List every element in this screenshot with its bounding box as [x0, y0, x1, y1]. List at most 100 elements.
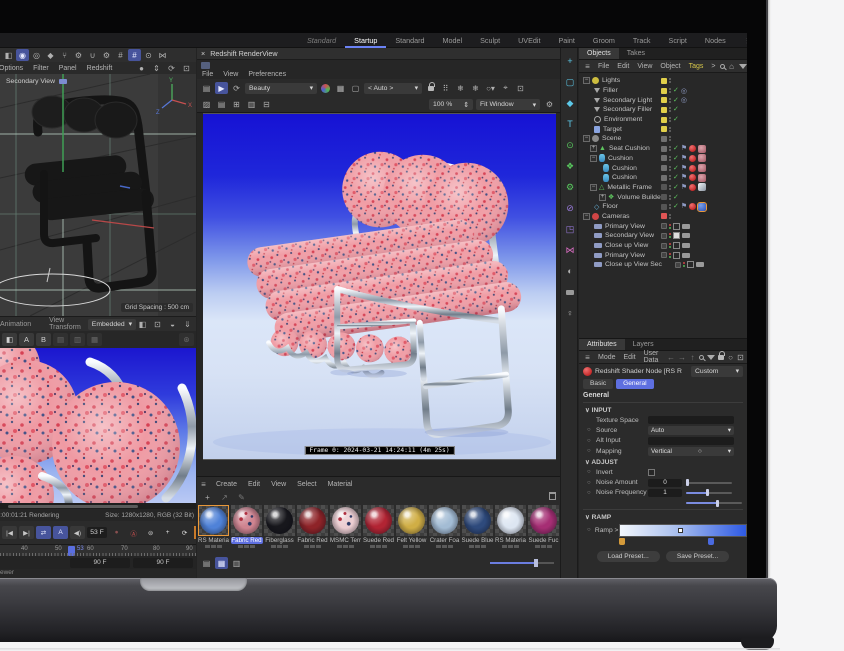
workspace-tab-active[interactable]: Startup [345, 33, 386, 48]
material-item[interactable]: Felt Yellow [395, 504, 428, 554]
sphere-icon[interactable]: ◒ [166, 318, 179, 330]
camera-tool-icon[interactable] [563, 285, 577, 299]
tab-attributes[interactable]: Attributes [579, 339, 625, 350]
layer-color[interactable] [661, 194, 667, 200]
rgb-channels-icon[interactable] [319, 82, 332, 94]
cube-primitive-icon[interactable]: ◆ [563, 96, 577, 110]
tab-takes[interactable]: Takes [619, 48, 653, 59]
enable-dots[interactable] [669, 107, 671, 112]
search-icon[interactable] [720, 64, 725, 69]
layer-color[interactable] [661, 97, 667, 103]
object-row[interactable]: − Scene [579, 134, 747, 144]
adjust-section-header[interactable]: ∨ ADJUST [579, 456, 747, 467]
add-snapshot-icon[interactable]: ⊞ [230, 99, 243, 111]
extra-slider[interactable] [686, 502, 742, 504]
hamburger-icon[interactable]: ≡ [197, 479, 210, 491]
redshift-material-tag[interactable] [689, 145, 696, 152]
alt-input-field[interactable] [648, 437, 734, 445]
viewport-link-icon[interactable] [687, 261, 694, 268]
object-row[interactable]: ◇Floor ✓⚑ [579, 202, 747, 212]
texture-tag[interactable] [698, 154, 706, 162]
loop-playback-button[interactable]: ⇄ [36, 526, 51, 539]
object-row[interactable]: Target [579, 124, 747, 134]
tab-basic[interactable]: Basic [583, 379, 613, 389]
object-row[interactable]: Cushion ✓⚑ [579, 163, 747, 173]
enable-dots[interactable] [669, 98, 671, 103]
region-circle-icon[interactable]: ○▾ [484, 82, 497, 94]
workspace-tab[interactable]: Groom [584, 33, 624, 48]
checker-background-icon[interactable]: ▨ [200, 99, 213, 111]
workspace-tab[interactable]: Track [624, 33, 660, 48]
mapping-dropdown[interactable]: Vertical○▾ [648, 447, 734, 456]
timeline-ruler[interactable]: 40 50 60 70 80 90 53 [0, 544, 196, 556]
camera-tag-icon[interactable] [682, 253, 690, 258]
noise-amount-slider[interactable] [686, 482, 732, 484]
material-sphere[interactable] [497, 507, 524, 534]
ramp-knot[interactable] [678, 528, 683, 533]
menu-file[interactable]: File [197, 71, 218, 78]
material-item[interactable]: RS Materia [197, 504, 230, 554]
material-item[interactable]: Fiberglass [263, 504, 296, 554]
camera-tag-icon[interactable] [682, 243, 690, 248]
renderview-tab-icon[interactable] [201, 62, 210, 69]
ramp-knot-right[interactable] [708, 538, 714, 545]
field-icon[interactable]: ◳ [563, 222, 577, 236]
gear-icon[interactable]: ⚙ [543, 99, 556, 111]
layer-color[interactable] [661, 117, 667, 123]
enable-dots[interactable] [669, 195, 671, 200]
menu-tags[interactable]: Tags [685, 63, 708, 70]
object-row[interactable]: +▲ Seat Cushion ✓⚑ [579, 144, 747, 154]
object-row[interactable]: +❖ Volume Builder ✓ [579, 192, 747, 202]
load-preset-button[interactable]: Load Preset... [597, 551, 660, 562]
material-item[interactable]: Fabric Red [230, 504, 263, 554]
detail-view-icon[interactable]: ▥ [230, 557, 243, 569]
layer-toggle[interactable] [661, 233, 667, 239]
settings-icon[interactable]: ⊛ [179, 333, 194, 346]
viewport-label[interactable]: Secondary View [6, 78, 67, 85]
workspace-tab[interactable]: Standard [386, 33, 433, 48]
object-row[interactable]: Secondary Light ✓◎ [579, 95, 747, 105]
filter-icon[interactable] [707, 355, 715, 360]
menu-options[interactable]: Options [0, 65, 28, 72]
material-item[interactable]: Crater Foa [428, 504, 461, 554]
material-sphere[interactable] [431, 507, 458, 534]
snapshot-library-icon[interactable]: ▥ [245, 99, 258, 111]
text-tool-icon[interactable]: T [563, 117, 577, 131]
cluster-icon[interactable]: ❖ [563, 159, 577, 173]
texture-tag[interactable] [698, 174, 706, 182]
texture-tag[interactable] [698, 164, 706, 172]
object-row[interactable]: Secondary Filler ✓ [579, 105, 747, 115]
download-icon[interactable]: ⇓ [181, 318, 194, 330]
material-sphere[interactable] [299, 507, 326, 534]
save-preset-button[interactable]: Save Preset... [666, 551, 729, 562]
wireframe-viewport[interactable]: Y X Z Secondary View Grid Spacing : 500 … [0, 74, 196, 316]
range-end-field[interactable]: 90 F [133, 558, 193, 568]
close-icon[interactable]: × [201, 49, 205, 58]
filter-icon[interactable] [739, 64, 747, 69]
ramp-gradient[interactable] [619, 524, 747, 537]
fit-mode-dropdown[interactable]: Fit Window▾ [476, 99, 540, 110]
redshift-material-tag[interactable] [689, 155, 696, 162]
workspace-tab[interactable]: Nodes [696, 33, 735, 48]
copy-icon[interactable]: ⊟ [260, 99, 273, 111]
layer-color[interactable] [661, 126, 667, 132]
material-item[interactable]: Fabric Red [296, 504, 329, 554]
material-sphere[interactable] [398, 507, 425, 534]
material-sphere[interactable] [200, 507, 227, 534]
object-row[interactable]: Cushion ✓⚑ [579, 173, 747, 183]
magnet-icon[interactable]: ∪ [86, 49, 99, 61]
menu-file[interactable]: File [594, 63, 613, 70]
shading-isoline-icon[interactable]: ◆ [44, 49, 57, 61]
snapshot-save-icon[interactable]: ▦ [87, 333, 102, 346]
render-pass-dropdown[interactable]: Beauty▾ [245, 83, 317, 94]
up-icon[interactable]: ↑ [689, 351, 696, 363]
lock-icon[interactable] [424, 82, 437, 94]
target-tag-icon[interactable]: ◎ [681, 87, 687, 95]
camera-tag-icon[interactable] [696, 262, 704, 267]
ramp-section-header[interactable]: ∨ RAMP [579, 511, 747, 522]
grid-view-icon[interactable]: ▦ [215, 557, 228, 569]
layer-toggle[interactable] [661, 243, 667, 249]
history-icon[interactable]: ○ [727, 351, 734, 363]
viewport-link-icon[interactable] [673, 242, 680, 249]
trash-icon[interactable] [549, 492, 556, 500]
